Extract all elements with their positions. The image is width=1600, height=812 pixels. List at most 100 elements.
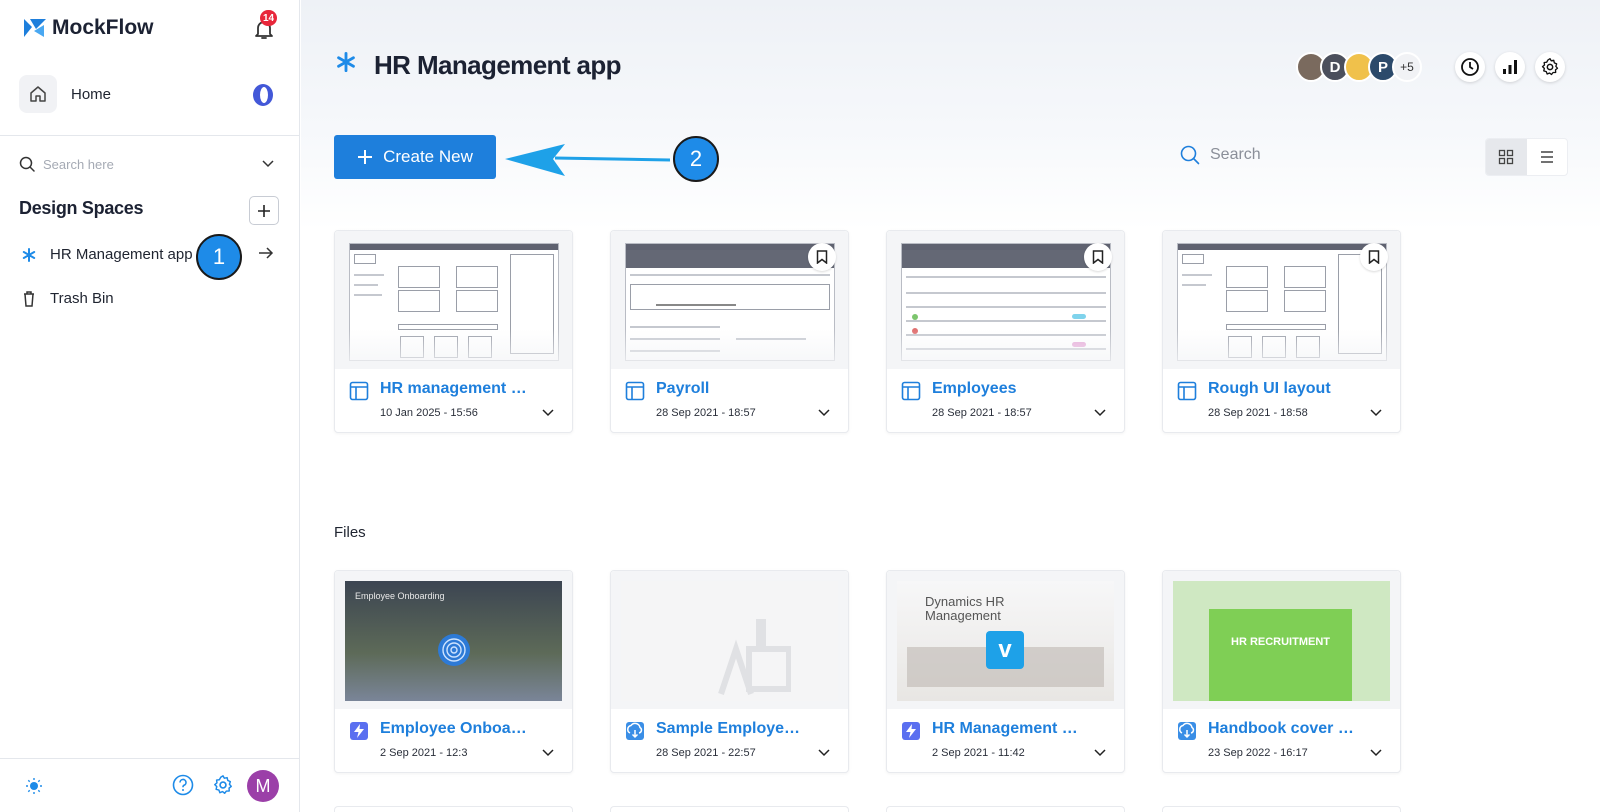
main-search-input[interactable]: [1210, 146, 1410, 164]
files-heading: Files: [334, 524, 366, 541]
help-icon[interactable]: [172, 774, 194, 796]
file-card-partial: [610, 806, 849, 812]
project-card[interactable]: HR management app 10 Jan 2025 - 15:56: [334, 230, 573, 433]
card-title[interactable]: Employees: [932, 380, 1082, 398]
project-card[interactable]: Rough UI layout 28 Sep 2021 - 18:58: [1162, 230, 1401, 433]
settings-button[interactable]: [1535, 52, 1565, 82]
card-thumbnail: [1163, 231, 1400, 369]
home-label: Home: [71, 85, 112, 103]
card-menu-button[interactable]: [535, 399, 561, 425]
card-title[interactable]: HR Management Dynamics: [932, 720, 1082, 738]
upload-file-icon: [1178, 722, 1196, 740]
card-thumbnail: [335, 231, 572, 369]
card-thumbnail: [887, 231, 1124, 369]
file-card[interactable]: HR RECRUITMENT Handbook cover art 23 Sep…: [1162, 570, 1401, 773]
document-thumbnail: [621, 581, 838, 701]
theme-toggle-icon[interactable]: [25, 777, 43, 795]
create-new-label: Create New: [383, 147, 473, 166]
sidebar-item-label: Trash Bin: [50, 290, 114, 307]
bookmark-icon: [1368, 250, 1380, 264]
wireframe-project-icon: [901, 381, 921, 401]
arrow-right-icon[interactable]: [258, 246, 274, 260]
sidebar-item-label: HR Management app: [50, 246, 193, 263]
home-icon: [19, 75, 57, 113]
grid-view-button[interactable]: [1486, 139, 1527, 175]
chevron-down-icon: [1094, 409, 1106, 417]
more-members-badge[interactable]: +5: [1392, 52, 1422, 82]
card-menu-button[interactable]: [811, 399, 837, 425]
main-search: [1180, 145, 1410, 165]
sidebar-item-trash[interactable]: Trash Bin: [22, 290, 114, 307]
card-date: 10 Jan 2025 - 15:56: [380, 407, 478, 419]
card-title[interactable]: Rough UI layout: [1208, 380, 1358, 398]
sidebar-item-hr-management[interactable]: HR Management app: [22, 246, 193, 263]
chevron-down-icon[interactable]: [261, 156, 275, 170]
video-thumbnail: Employee Onboarding: [345, 581, 562, 701]
card-thumbnail: [611, 231, 848, 369]
sidebar-footer-divider: [0, 758, 300, 759]
chevron-down-icon: [818, 409, 830, 417]
file-card[interactable]: Sample Employee Handbook 28 Sep 2021 - 2…: [610, 570, 849, 773]
card-thumbnail: Employee Onboarding: [335, 571, 572, 709]
card-title[interactable]: Employee Onboarding: [380, 720, 530, 738]
sidebar-divider: [0, 135, 300, 136]
bookmark-button[interactable]: [1360, 243, 1388, 271]
card-title[interactable]: Sample Employee Handbook: [656, 720, 806, 738]
sidebar-home[interactable]: Home: [19, 75, 111, 113]
mockflow-logo[interactable]: MockFlow: [22, 16, 154, 40]
project-card[interactable]: Payroll 28 Sep 2021 - 18:57: [610, 230, 849, 433]
sidebar: MockFlow 14 Home Design Spaces HR Manage…: [0, 0, 300, 812]
card-title[interactable]: Payroll: [656, 380, 806, 398]
handbook-figure-icon: [718, 619, 791, 695]
flash-file-icon: [350, 722, 368, 740]
card-title[interactable]: HR management app: [380, 380, 530, 398]
add-design-space-button[interactable]: [249, 196, 279, 225]
flash-file-icon: [902, 722, 920, 740]
card-menu-button[interactable]: [1363, 399, 1389, 425]
create-new-button[interactable]: Create New: [334, 135, 496, 179]
card-menu-button[interactable]: [1363, 739, 1389, 765]
trash-icon: [24, 290, 34, 307]
card-menu-button[interactable]: [1087, 739, 1113, 765]
card-menu-button[interactable]: [1087, 399, 1113, 425]
grid-icon: [1499, 149, 1514, 165]
search-icon: [1180, 145, 1200, 165]
bookmark-icon: [816, 250, 828, 264]
analytics-button[interactable]: [1495, 52, 1525, 82]
settings-icon[interactable]: [212, 774, 234, 796]
image-thumbnail: HR RECRUITMENT: [1173, 581, 1390, 701]
card-menu-button[interactable]: [811, 739, 837, 765]
file-card-partial: [334, 806, 573, 812]
history-button[interactable]: [1455, 52, 1485, 82]
list-icon: [1540, 151, 1553, 163]
sidebar-search-input[interactable]: [43, 156, 233, 172]
fingerprint-icon: [438, 634, 470, 666]
card-date: 23 Sep 2022 - 16:17: [1208, 747, 1308, 759]
video-thumbnail: Dynamics HR Management v: [897, 581, 1114, 701]
chevron-down-icon: [542, 409, 554, 417]
file-card[interactable]: Employee Onboarding Employee Onboarding …: [334, 570, 573, 773]
plus-icon: [358, 150, 373, 164]
thumbnail-text: Dynamics HR Management: [925, 594, 1005, 623]
user-avatar[interactable]: M: [247, 770, 279, 802]
bookmark-button[interactable]: [808, 243, 836, 271]
card-title[interactable]: Handbook cover art: [1208, 720, 1358, 738]
member-avatars[interactable]: D P +5: [1296, 52, 1422, 82]
card-thumbnail: Dynamics HR Management v: [887, 571, 1124, 709]
chevron-down-icon: [818, 749, 830, 757]
card-menu-button[interactable]: [535, 739, 561, 765]
view-toggle: [1485, 138, 1568, 176]
step-callout-1: 1: [196, 234, 242, 280]
bookmark-button[interactable]: [1084, 243, 1112, 271]
upload-file-icon: [626, 722, 644, 740]
file-card-partial: [886, 806, 1125, 812]
project-card[interactable]: Employees 28 Sep 2021 - 18:57: [886, 230, 1125, 433]
org-logo-icon[interactable]: [251, 83, 275, 107]
file-card-partial: [1162, 806, 1401, 812]
file-card[interactable]: Dynamics HR Management v HR Management D…: [886, 570, 1125, 773]
plus-icon: [258, 204, 270, 217]
asterisk-icon: [337, 52, 355, 72]
list-view-button[interactable]: [1527, 139, 1568, 175]
logo-text: MockFlow: [52, 16, 154, 39]
card-thumbnail: HR RECRUITMENT: [1163, 571, 1400, 709]
